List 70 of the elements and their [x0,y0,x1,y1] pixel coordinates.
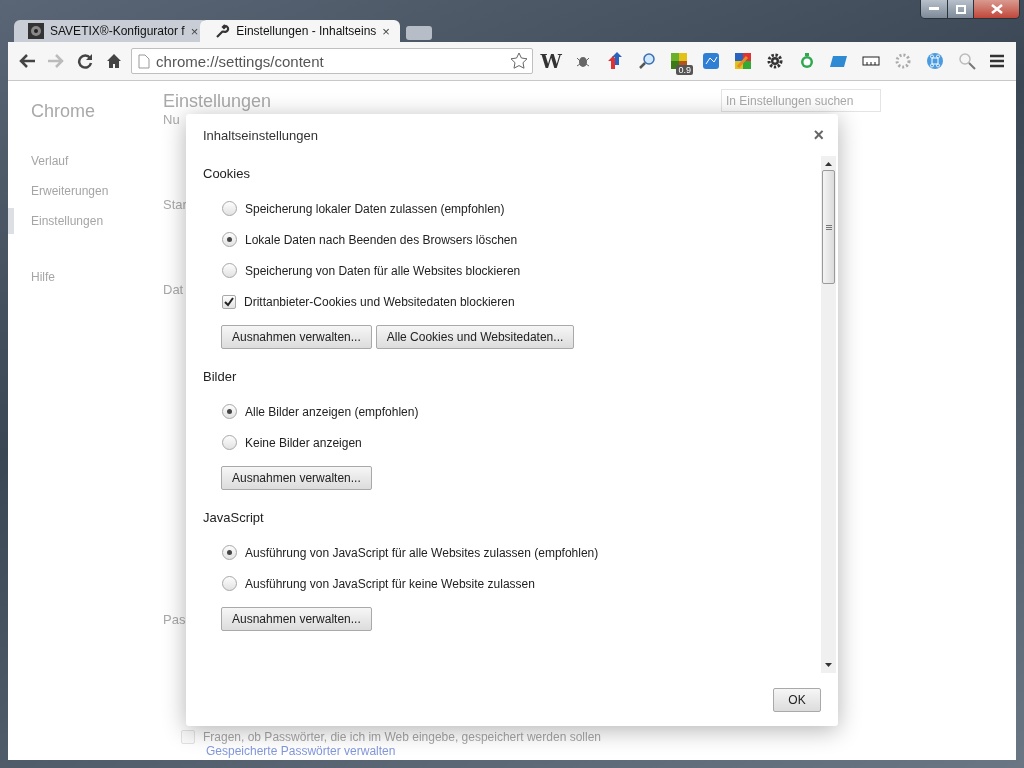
command-icon [925,52,944,70]
option-label: Alle Bilder anzeigen (empfohlen) [245,404,419,419]
option-label: Drittanbieter-Cookies und Websitedaten blockieren [244,294,515,309]
chart-tile-icon [701,52,720,70]
tab-close-button[interactable]: × [190,23,199,39]
close-icon [990,4,1003,14]
maximize-button[interactable] [947,0,973,18]
scroll-down-icon [825,663,832,667]
extension-button[interactable]: 0.9 [664,47,693,75]
radio-button[interactable] [222,576,237,591]
radio-button[interactable] [222,232,237,247]
dialog-close-button[interactable]: × [809,124,828,146]
address-bar[interactable]: chrome://settings/content [131,48,534,74]
section-heading-fragment: Nu [163,112,180,127]
dialog-button[interactable]: Alle Cookies und Websitedaten... [375,325,575,349]
ok-button[interactable]: OK [773,687,821,712]
browser-tab[interactable]: Einstellungen - Inhaltseins × [200,20,400,42]
radio-button[interactable] [222,545,237,560]
option-label: Ausführung von JavaScript für alle Websites zulassen (empfohlen) [245,545,599,560]
option-label: Ausführung von JavaScript für keine Website zulassen [245,576,535,591]
new-tab-button[interactable] [405,26,432,40]
tab-title: SAVETIX®-Konfigurator f [50,24,185,38]
search-icon [957,52,976,70]
radio-button[interactable] [222,263,237,278]
tab-close-button[interactable]: × [382,23,390,39]
sidebar-title: Chrome [31,101,96,122]
cog-icon [893,52,912,70]
checkbox-label: Fragen, ob Passwörter, die ich im Web eingebe, gespeichert werden sollen [203,730,601,744]
scroll-up-icon [825,162,832,166]
radio-button[interactable] [222,404,237,419]
section-heading: JavaScript [203,510,265,525]
star-icon[interactable] [510,52,529,70]
menu-icon [990,54,1005,68]
gear-icon [765,52,784,70]
scrollbar[interactable] [821,156,836,673]
option-label: Lokale Daten nach Beenden des Browsers löschen [245,232,518,247]
dialog-button[interactable]: Ausnahmen verwalten... [221,325,372,349]
option-label: Keine Bilder anzeigen [245,435,362,450]
reload-icon [77,53,94,69]
radio-button[interactable] [222,201,237,216]
up-down-arrows-icon [606,52,624,70]
wrench-icon [214,23,231,39]
magnifier-icon [637,52,656,70]
pencil-icon [733,52,752,70]
section-heading-fragment: Dat [163,282,184,297]
dialog-title: Inhaltseinstellungen [203,127,318,143]
tab-title: Einstellungen - Inhaltseins [236,24,377,38]
checkbox[interactable] [222,294,236,309]
maximize-icon [955,4,966,14]
page-icon [138,53,151,69]
section-heading-fragment: Pas [163,612,186,627]
forward-icon [46,53,65,69]
url-text: chrome://settings/content [156,52,325,70]
search-field[interactable]: In Einstellungen suchen [721,89,881,112]
dialog-button[interactable]: Ausnahmen verwalten... [221,607,372,631]
section-heading: Bilder [203,369,238,384]
radio-button[interactable] [222,435,237,450]
option-label: Speicherung lokaler Daten zulassen (empfohlen) [245,201,505,216]
scrollbar-thumb[interactable] [822,170,835,284]
minimize-icon [929,7,939,11]
extension-badge: 0.9 [676,65,693,75]
eye-favicon-icon [28,23,44,39]
option-label: Speicherung von Daten für alle Websites blockieren [245,263,521,278]
section-heading-fragment: Star [163,197,187,212]
back-icon [17,53,36,69]
close-button[interactable] [973,0,1019,18]
section-heading: Cookies [203,166,251,181]
home-icon [106,53,123,69]
page-heading: Einstellungen [163,91,272,112]
dialog-button[interactable]: Ausnahmen verwalten... [221,466,372,490]
